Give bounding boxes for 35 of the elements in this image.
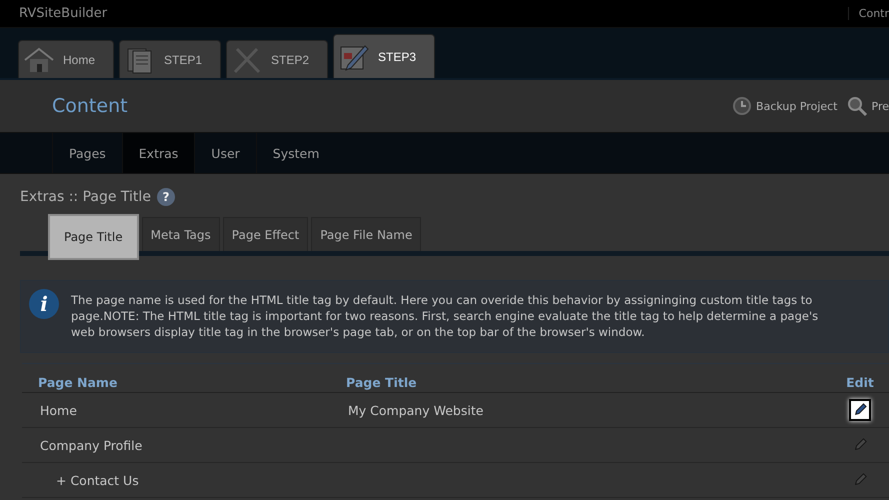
page-tab[interactable]: Page Title [48,214,139,260]
pencil-icon [853,438,867,452]
page-name-cell-text: Home [39,402,78,418]
breadcrumb: Extras :: Page Title [20,189,151,205]
pencil-icon [338,42,370,70]
step-tab[interactable]: STEP1 [119,40,222,78]
app-title: RVSiteBuilder [19,6,108,21]
help-icon[interactable]: ? [156,188,175,206]
page-name-cell-text: Company Profile [39,438,144,452]
page-tab[interactable]: Meta Tags [142,217,220,251]
page-tab[interactable]: Page Effect [222,217,308,251]
column-header: Page Name [37,375,118,390]
step-tab[interactable]: STEP2 [226,40,328,78]
page-title-cell: My Company Website [348,402,484,418]
column-header: Page Title [346,375,418,390]
step-tab[interactable]: Home [18,40,114,78]
info-icon: i [29,289,59,319]
house-icon [23,46,55,74]
control-panel-link[interactable]: Contr [848,7,889,20]
header-action-link[interactable]: Pre [846,95,889,117]
section-title: Content [52,95,128,117]
pencil-icon [853,403,867,417]
column-header: Edit [845,375,875,390]
page-tab[interactable]: Page File Name [311,217,422,251]
info-text: The page name is used for the HTML title tag by default. Here you can overide this behavior by assigninging custom title tags to page.NOTE: The HTML title tag is important for two reasons. First, search engine evaluate the title tag to help determine a page's web browsers display title tag in the browser's page tab, or on the top bar of the browser's window. [71,292,818,340]
menu-item[interactable]: User [194,133,256,173]
menu-item[interactable]: System [256,133,336,173]
pencil-icon [853,473,867,487]
search-icon [846,95,868,117]
header-action-link[interactable]: Backup Project [730,95,838,117]
clock-icon [730,95,752,117]
step-tab[interactable]: STEP3 [333,34,436,78]
edit-button[interactable] [849,399,871,421]
page-name-cell-text: + Contact Us [55,472,140,488]
menu-item[interactable]: Extras [122,133,194,173]
